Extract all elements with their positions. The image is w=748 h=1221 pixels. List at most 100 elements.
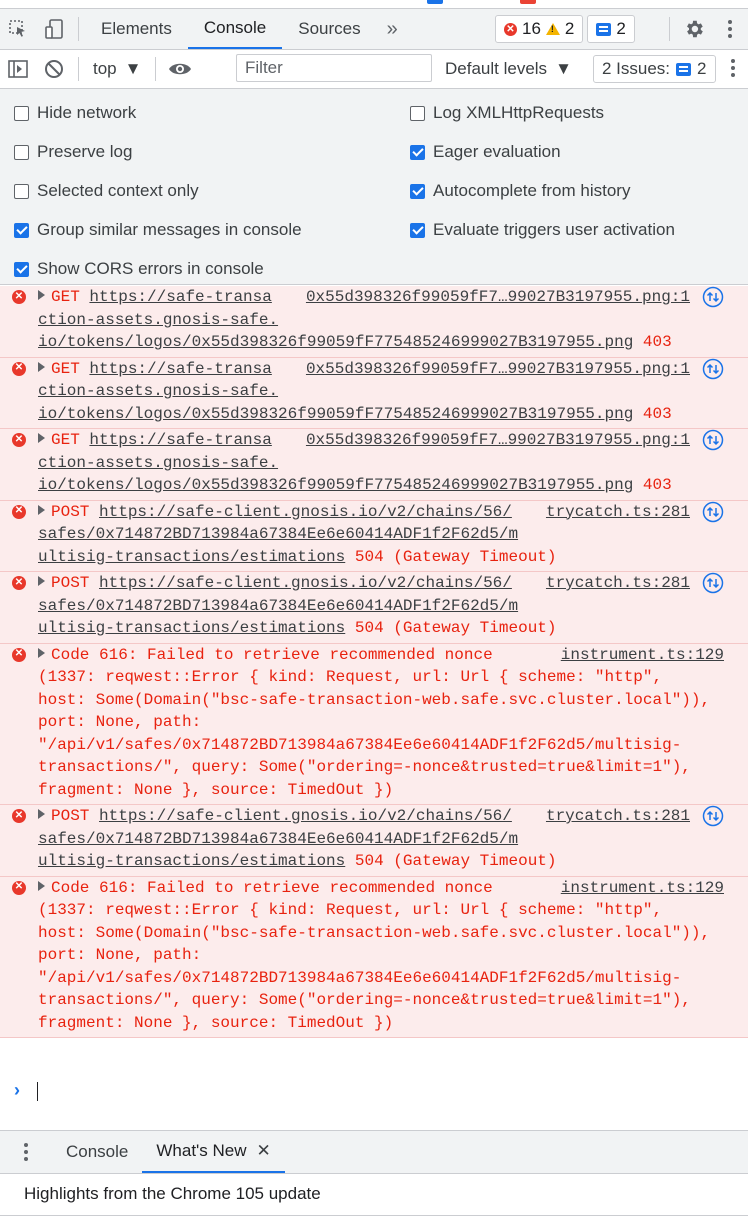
request-url-link[interactable]: io/tokens/logos/0x55d398326f99059fF77548… <box>38 333 633 351</box>
request-url-link[interactable]: ction-assets.gnosis-safe. <box>38 380 688 403</box>
log-xhr-checkbox[interactable] <box>410 105 425 121</box>
request-url-link[interactable]: safes/0x714872BD713984a67384Ee6e60414ADF… <box>38 595 688 618</box>
more-icon[interactable] <box>730 58 736 81</box>
request-url-link[interactable]: ultisig-transactions/estimations <box>38 619 345 637</box>
devtools-tab-bar: Elements Console Sources » ✕ 16 2 2 <box>0 9 748 50</box>
selected-context-checkbox[interactable] <box>14 183 29 199</box>
console-error-message[interactable]: ✕ GET https://safe-transa ction-assets.g… <box>0 429 748 501</box>
network-request-icon[interactable] <box>702 805 724 827</box>
autocomplete-label: Autocomplete from history <box>433 181 631 200</box>
console-error-message[interactable]: ✕ Code 616: Failed to retrieve recommend… <box>0 876 748 1038</box>
request-url-link[interactable]: ction-assets.gnosis-safe. <box>38 309 688 332</box>
more-options-icon[interactable] <box>712 9 748 49</box>
eval-triggers-checkbox[interactable] <box>410 222 425 238</box>
expand-arrow-icon[interactable] <box>38 361 45 372</box>
request-url-link[interactable]: https://safe-client.gnosis.io/v2/chains/… <box>99 807 512 825</box>
request-url-link[interactable]: safes/0x714872BD713984a67384Ee6e60414ADF… <box>38 523 688 546</box>
tab-console[interactable]: Console <box>187 9 283 49</box>
autocomplete-checkbox[interactable] <box>410 183 425 199</box>
expand-arrow-icon[interactable] <box>38 880 45 891</box>
tab-sources[interactable]: Sources <box>282 9 376 49</box>
expand-arrow-icon[interactable] <box>38 504 45 515</box>
log-levels-dropdown[interactable]: Default levels ▼ <box>445 50 572 88</box>
network-request-icon[interactable] <box>702 429 724 451</box>
selected-context-option[interactable]: Selected context only <box>14 181 199 201</box>
source-link[interactable]: instrument.ts:129 <box>561 644 724 667</box>
device-toolbar-icon[interactable] <box>36 9 72 49</box>
source-link[interactable]: trycatch.ts:281 <box>546 572 690 595</box>
console-messages: ✕ GET https://safe-transa ction-assets.g… <box>0 286 748 1038</box>
console-error-message[interactable]: ✕ GET https://safe-transa ction-assets.g… <box>0 357 748 429</box>
drawer-menu-icon[interactable] <box>0 1132 52 1172</box>
expand-arrow-icon[interactable] <box>38 290 45 300</box>
request-url-link[interactable]: safes/0x714872BD713984a67384Ee6e60414ADF… <box>38 828 688 851</box>
request-url-link[interactable]: ultisig-transactions/estimations <box>38 548 345 566</box>
source-link[interactable]: 0x55d398326f99059fF7…99027B3197955.png:1 <box>306 358 690 381</box>
filter-input[interactable]: Filter <box>236 54 432 82</box>
drawer-tab-whats-new[interactable]: What's New ✕ <box>142 1131 285 1173</box>
source-link[interactable]: trycatch.ts:281 <box>546 501 690 524</box>
hide-network-option[interactable]: Hide network <box>14 103 136 123</box>
clear-console-icon[interactable] <box>36 49 72 89</box>
drawer-tab-bar: Console What's New ✕ <box>0 1131 748 1174</box>
tab-elements[interactable]: Elements <box>85 9 188 49</box>
request-url-link[interactable]: https://safe-client.gnosis.io/v2/chains/… <box>99 503 512 521</box>
more-tabs-icon[interactable]: » <box>377 18 408 41</box>
console-prompt[interactable]: › <box>0 1074 748 1131</box>
close-icon[interactable]: ✕ <box>257 1141 271 1161</box>
messages-counter[interactable]: 2 <box>587 15 635 43</box>
divider <box>155 57 157 81</box>
live-expression-eye-icon[interactable] <box>162 49 198 89</box>
console-error-message[interactable]: ✕ POST https://safe-client.gnosis.io/v2/… <box>0 500 748 572</box>
expand-arrow-icon[interactable] <box>38 576 45 586</box>
request-url-link[interactable]: https://safe-client.gnosis.io/v2/chains/… <box>99 574 512 592</box>
request-method: POST <box>51 574 90 592</box>
network-request-icon[interactable] <box>702 358 724 380</box>
show-cors-checkbox[interactable] <box>14 261 29 277</box>
group-similar-checkbox[interactable] <box>14 222 29 238</box>
request-method: GET <box>51 431 80 449</box>
sidebar-toggle-icon[interactable] <box>0 49 36 89</box>
eager-evaluation-option[interactable]: Eager evaluation <box>410 142 561 162</box>
network-request-icon[interactable] <box>702 572 724 594</box>
console-error-message[interactable]: ✕ Code 616: Failed to retrieve recommend… <box>0 643 748 805</box>
settings-gear-icon[interactable] <box>676 9 712 49</box>
expand-arrow-icon[interactable] <box>38 809 45 819</box>
preserve-log-checkbox[interactable] <box>14 144 29 160</box>
context-selector[interactable]: top ▼ <box>85 59 149 79</box>
inspect-element-icon[interactable] <box>0 9 36 49</box>
console-error-message[interactable]: ✕ POST https://safe-client.gnosis.io/v2/… <box>0 572 748 644</box>
source-link[interactable]: instrument.ts:129 <box>561 877 724 900</box>
eval-triggers-option[interactable]: Evaluate triggers user activation <box>410 220 675 240</box>
request-url-link[interactable]: ultisig-transactions/estimations <box>38 852 345 870</box>
group-similar-option[interactable]: Group similar messages in console <box>14 220 302 240</box>
request-url-link[interactable]: https://safe-transa <box>89 431 271 449</box>
console-error-message[interactable]: ✕ POST https://safe-client.gnosis.io/v2/… <box>0 805 748 877</box>
error-detail-line: transactions/", query: Some("ordering=-n… <box>38 991 691 1009</box>
source-link[interactable]: 0x55d398326f99059fF7…99027B3197955.png:1 <box>306 429 690 452</box>
source-link[interactable]: trycatch.ts:281 <box>546 805 690 828</box>
console-error-message[interactable]: ✕ GET https://safe-transa ction-assets.g… <box>0 286 748 358</box>
errors-warnings-counter[interactable]: ✕ 16 2 <box>495 15 584 43</box>
eager-evaluation-checkbox[interactable] <box>410 144 425 160</box>
expand-arrow-icon[interactable] <box>38 647 45 658</box>
preserve-log-option[interactable]: Preserve log <box>14 142 132 162</box>
divider <box>78 57 79 81</box>
request-url-link[interactable]: https://safe-transa <box>89 360 271 378</box>
expand-arrow-icon[interactable] <box>38 433 45 443</box>
issues-button[interactable]: 2 Issues: 2 <box>593 55 716 83</box>
show-cors-option[interactable]: Show CORS errors in console <box>14 259 264 279</box>
network-request-icon[interactable] <box>702 286 724 308</box>
autocomplete-option[interactable]: Autocomplete from history <box>410 181 630 201</box>
request-url-link[interactable]: https://safe-transa <box>89 288 271 306</box>
issue-counters: ✕ 16 2 2 <box>495 15 635 43</box>
request-url-link[interactable]: ction-assets.gnosis-safe. <box>38 452 688 475</box>
request-url-link[interactable]: io/tokens/logos/0x55d398326f99059fF77548… <box>38 476 633 494</box>
network-request-icon[interactable] <box>702 501 724 523</box>
source-link[interactable]: 0x55d398326f99059fF7…99027B3197955.png:1 <box>306 286 690 309</box>
hide-network-checkbox[interactable] <box>14 105 29 121</box>
drawer-tab-console[interactable]: Console <box>52 1131 142 1173</box>
request-url-link[interactable]: io/tokens/logos/0x55d398326f99059fF77548… <box>38 405 633 423</box>
log-xhr-option[interactable]: Log XMLHttpRequests <box>410 103 604 123</box>
text-cursor <box>37 1082 38 1101</box>
